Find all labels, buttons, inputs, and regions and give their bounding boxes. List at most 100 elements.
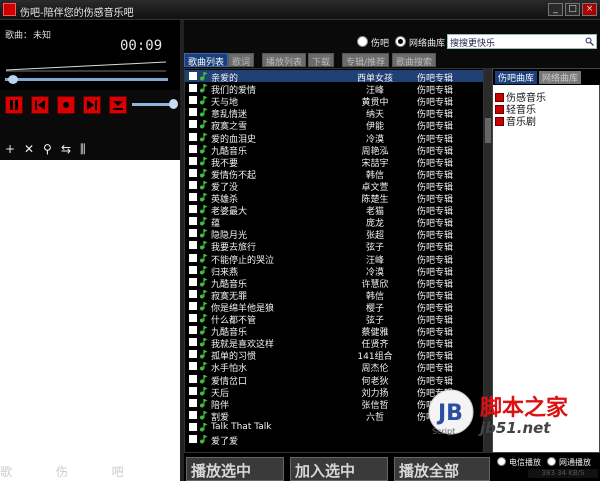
- add-selected-button[interactable]: 加入选中: [290, 457, 388, 481]
- row-checkbox[interactable]: [189, 289, 197, 298]
- scrollbar-thumb[interactable]: [485, 118, 491, 143]
- table-row[interactable]: 水手怕水 周杰伦 伤吧专辑: [185, 360, 483, 374]
- local-radio-label: 伤吧: [371, 39, 390, 49]
- table-row[interactable]: 孤单的习惯 141组合 伤吧专辑: [185, 348, 483, 362]
- table-row[interactable]: 九酷音乐 许慧欣 伤吧专辑: [185, 276, 483, 290]
- remove-icon[interactable]: ✕: [24, 142, 34, 156]
- row-checkbox[interactable]: [189, 229, 197, 238]
- tab-download[interactable]: 下载: [308, 53, 335, 68]
- row-checkbox[interactable]: [189, 108, 197, 117]
- row-checkbox[interactable]: [189, 120, 197, 129]
- library-item[interactable]: 音乐剧: [495, 113, 536, 128]
- row-checkbox[interactable]: [189, 362, 197, 371]
- row-checkbox[interactable]: [189, 180, 197, 189]
- row-checkbox[interactable]: [189, 374, 197, 383]
- row-checkbox[interactable]: [189, 217, 197, 226]
- row-checkbox[interactable]: [189, 193, 197, 201]
- tab-song-search[interactable]: 歌曲搜索: [392, 53, 437, 68]
- minimize-button[interactable]: _: [548, 3, 563, 16]
- row-checkbox[interactable]: [189, 253, 197, 262]
- volume-thumb[interactable]: [169, 99, 179, 109]
- table-row[interactable]: 爱了没 卓文萱 伤吧专辑: [185, 179, 483, 193]
- swap-icon[interactable]: ⇆: [61, 142, 71, 156]
- row-checkbox[interactable]: [189, 350, 197, 359]
- search-small-icon[interactable]: ⚲: [43, 142, 52, 156]
- row-checkbox[interactable]: [189, 277, 197, 286]
- tab-online-library[interactable]: 网络曲库: [539, 71, 582, 84]
- tab-local-library[interactable]: 伤吧曲库: [495, 71, 538, 84]
- play-selected-button[interactable]: 播放选中: [186, 457, 284, 481]
- next-button[interactable]: [83, 96, 101, 114]
- table-row[interactable]: 爱情伤不起 韩信 伤吧专辑: [185, 167, 483, 181]
- maximize-button[interactable]: □: [565, 3, 580, 16]
- table-row[interactable]: 我们的爱情 汪峰 伤吧专辑: [185, 82, 483, 96]
- music-note-icon: [200, 205, 208, 214]
- close-button[interactable]: ×: [582, 3, 597, 16]
- tab-albums[interactable]: 专辑/推荐: [342, 53, 390, 68]
- local-radio[interactable]: [357, 36, 368, 47]
- row-checkbox[interactable]: [189, 72, 197, 80]
- table-row[interactable]: 寂寞之雪 伊能 伤吧专辑: [185, 118, 483, 132]
- row-checkbox[interactable]: [189, 144, 197, 153]
- row-checkbox[interactable]: [189, 132, 197, 141]
- table-row[interactable]: 天与地 黄贯中 伤吧专辑: [185, 94, 483, 108]
- table-row[interactable]: 爱的血泪史 冷漠 伤吧专辑: [185, 131, 483, 145]
- row-checkbox[interactable]: [189, 338, 197, 347]
- row-checkbox[interactable]: [189, 168, 197, 177]
- table-row[interactable]: 亲爱的 西单女孩 伤吧专辑: [185, 70, 483, 84]
- row-checkbox[interactable]: [189, 398, 197, 407]
- row-checkbox[interactable]: [189, 205, 197, 214]
- row-checkbox[interactable]: [189, 84, 197, 93]
- row-checkbox[interactable]: [189, 410, 197, 419]
- table-row[interactable]: 我要去旅行 弦子 伤吧专辑: [185, 239, 483, 253]
- row-checkbox[interactable]: [189, 156, 197, 165]
- tab-lyrics[interactable]: 歌词: [228, 53, 255, 68]
- library-item[interactable]: 轻音乐: [495, 101, 536, 116]
- library-item[interactable]: 伤感音乐: [495, 89, 546, 104]
- table-row[interactable]: 隐隐月光 张超 伤吧专辑: [185, 227, 483, 241]
- eject-button[interactable]: [109, 96, 127, 114]
- table-row[interactable]: 蕴庞龙 伤吧专辑: [185, 215, 483, 229]
- tab-playlist[interactable]: 播放列表: [262, 53, 307, 68]
- table-row[interactable]: 我不要 宋喆宇 伤吧专辑: [185, 155, 483, 169]
- netcom-radio[interactable]: [547, 457, 556, 466]
- play-all-button[interactable]: 播放全部: [394, 457, 490, 481]
- stop-button[interactable]: [57, 96, 75, 114]
- table-row[interactable]: 什么都不管 弦子 伤吧专辑: [185, 312, 483, 326]
- row-checkbox[interactable]: [189, 314, 197, 322]
- row-checkbox[interactable]: [189, 422, 197, 431]
- row-checkbox[interactable]: [189, 326, 197, 335]
- table-row[interactable]: 九酷音乐 周艳泓 伤吧专辑: [185, 143, 483, 157]
- table-row[interactable]: 我就是喜欢这样 任贤齐 伤吧专辑: [185, 336, 483, 350]
- music-note-icon: [200, 435, 208, 444]
- row-checkbox[interactable]: [189, 435, 197, 443]
- add-icon[interactable]: +: [5, 142, 15, 156]
- table-row[interactable]: 老婆最大 老猫 伤吧专辑: [185, 203, 483, 217]
- equalizer-icon[interactable]: ⫼: [80, 142, 86, 157]
- table-row[interactable]: 寂寞无罪 韩信 伤吧专辑: [185, 288, 483, 302]
- online-radio[interactable]: [395, 36, 406, 47]
- row-checkbox[interactable]: [189, 241, 197, 250]
- table-row[interactable]: 英雄杀 陈楚生 伤吧专辑: [185, 191, 483, 205]
- left-pane-ghost-text: 歌 伤 吧: [0, 465, 144, 479]
- table-row[interactable]: 不能停止的哭泣 汪峰 伤吧专辑: [185, 252, 483, 266]
- search-input[interactable]: 搜搜更快乐: [447, 34, 597, 49]
- previous-button[interactable]: [31, 96, 49, 114]
- table-row[interactable]: 爱情岔口 何老狄 伤吧专辑: [185, 373, 483, 387]
- table-row[interactable]: 意乱情迷 纳天 伤吧专辑: [185, 106, 483, 120]
- pause-button[interactable]: [5, 96, 23, 114]
- tab-song-list[interactable]: 歌曲列表: [184, 53, 229, 68]
- table-row[interactable]: 你是绵羊他是狼 樱子 伤吧专辑: [185, 300, 483, 314]
- table-row[interactable]: 归来燕 冷漠 伤吧专辑: [185, 264, 483, 278]
- telecom-radio[interactable]: [497, 457, 506, 466]
- table-row[interactable]: 九酷音乐 蔡健雅 伤吧专辑: [185, 324, 483, 338]
- row-checkbox[interactable]: [189, 96, 197, 105]
- watermark: JB Script 脚本之家 jb51.net: [418, 385, 600, 445]
- left-playlist-pane[interactable]: 歌 伤 吧: [0, 160, 180, 481]
- row-checkbox[interactable]: [189, 386, 197, 395]
- seek-thumb[interactable]: [8, 75, 19, 84]
- search-icon[interactable]: [585, 37, 594, 46]
- row-checkbox[interactable]: [189, 265, 197, 274]
- row-checkbox[interactable]: [189, 301, 197, 310]
- seek-bar[interactable]: [5, 78, 168, 81]
